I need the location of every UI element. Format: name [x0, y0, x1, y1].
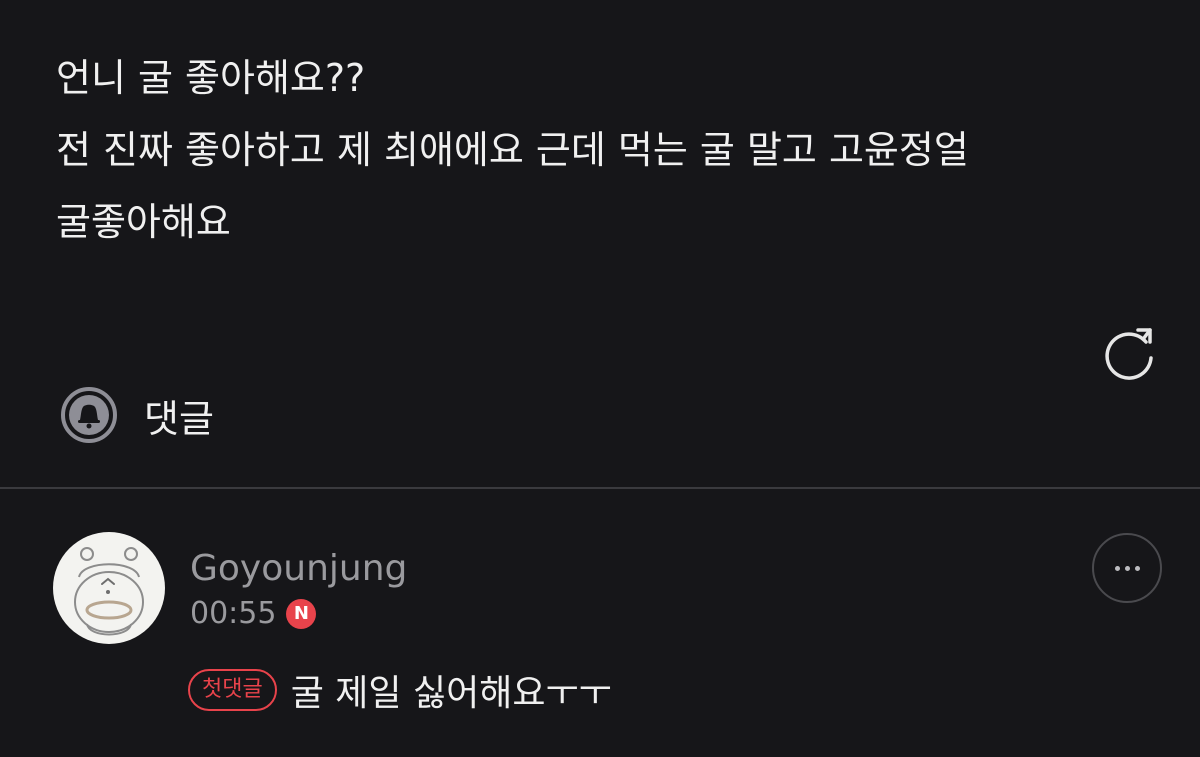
post-line-3: 굴좋아해요 — [56, 200, 231, 244]
refresh-icon — [1105, 328, 1153, 380]
comments-title: 댓글 — [144, 396, 214, 441]
refresh-button[interactable] — [1098, 322, 1162, 386]
more-icon — [1114, 565, 1140, 571]
post-line-2: 전 진짜 좋아하고 제 최애에요 근데 먹는 굴 말고 고윤정얼 — [56, 128, 969, 172]
comment-content: 첫댓글 굴 제일 싫어해요ㅜㅜ — [188, 664, 612, 716]
post-line-1: 언니 굴 좋아해요?? — [56, 56, 366, 100]
hamster-avatar-icon — [74, 547, 144, 636]
comments-header[interactable]: 댓글 — [60, 386, 214, 444]
more-options-button[interactable] — [1092, 533, 1162, 603]
dot — [1114, 565, 1120, 571]
bell-icon — [61, 387, 117, 443]
avatar[interactable] — [53, 532, 165, 644]
first-comment-badge: 첫댓글 — [188, 669, 277, 711]
comment-meta: 00:55 N — [190, 596, 317, 631]
comment-text: 굴 제일 싫어해요ㅜㅜ — [290, 673, 612, 714]
comment-author[interactable]: Goyounjung — [190, 548, 407, 589]
divider — [0, 487, 1200, 489]
dot — [1124, 565, 1130, 571]
dot — [1134, 565, 1140, 571]
post-page: 언니 굴 좋아해요?? 전 진짜 좋아하고 제 최애에요 근데 먹는 굴 말고 … — [0, 0, 1200, 757]
new-badge: N — [286, 598, 317, 629]
comment-time: 00:55 — [190, 596, 277, 631]
post-body: 언니 굴 좋아해요?? 전 진짜 좋아하고 제 최애에요 근데 먹는 굴 말고 … — [56, 42, 1156, 258]
